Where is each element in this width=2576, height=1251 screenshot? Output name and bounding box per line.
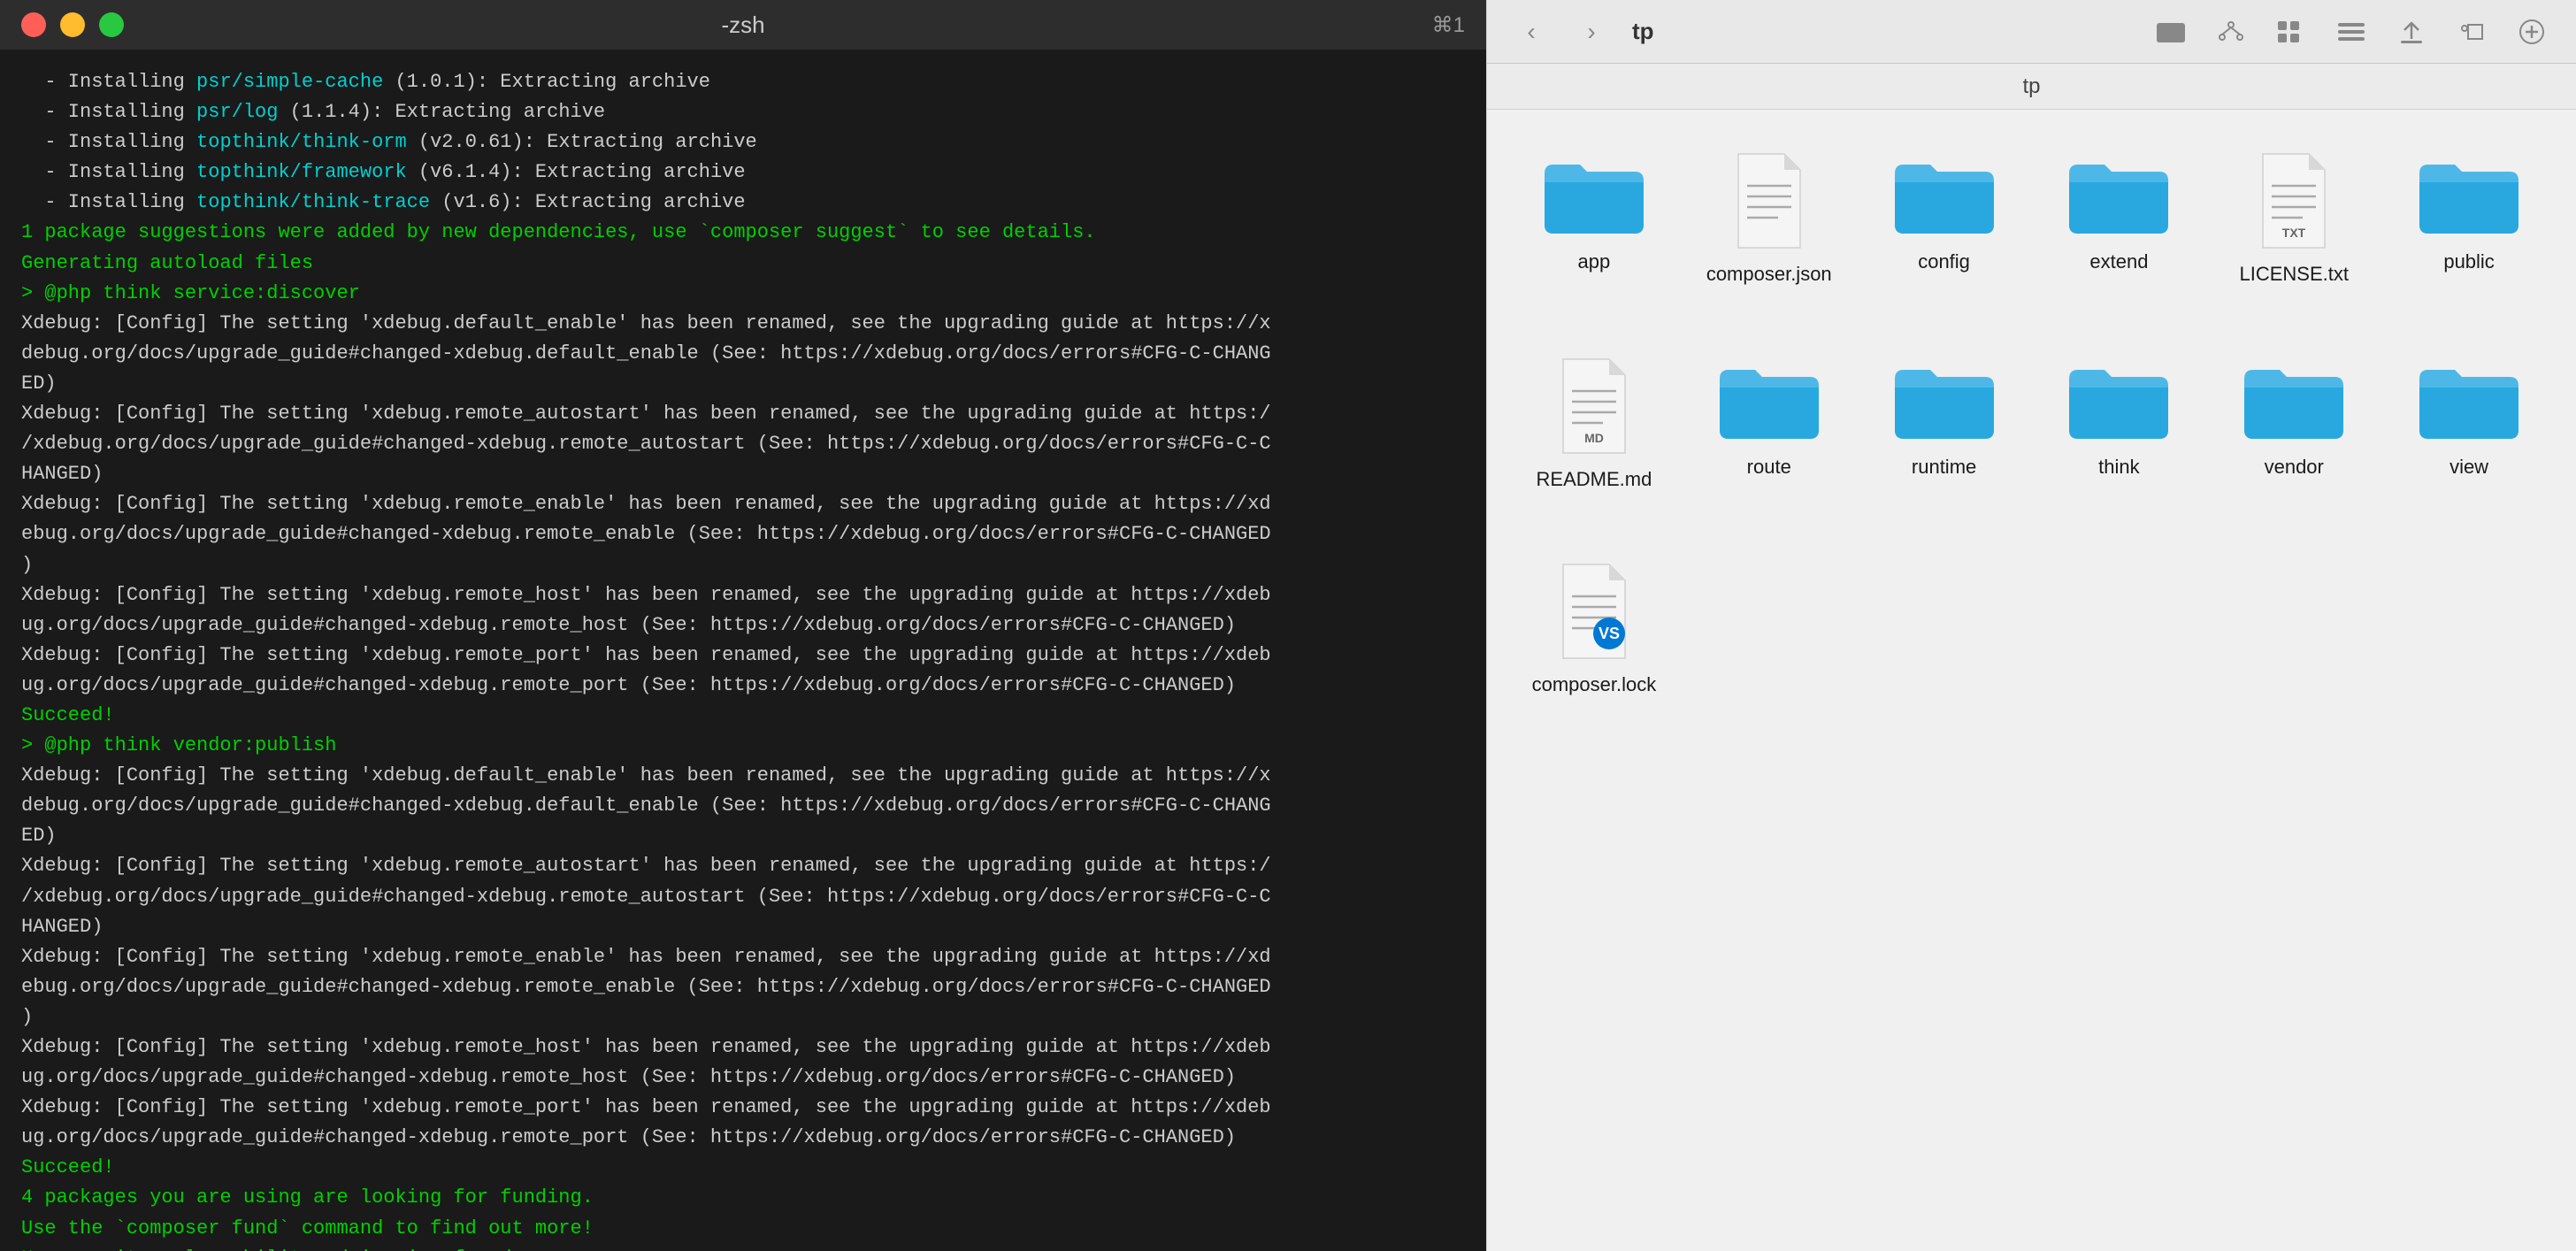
file-item-readme[interactable]: MD README.md	[1512, 343, 1676, 538]
terminal-tab: ⌘1	[1432, 12, 1465, 38]
traffic-lights	[21, 12, 124, 37]
file-item-runtime[interactable]: runtime	[1862, 343, 2027, 538]
terminal-body[interactable]: - Installing psr/simple-cache (1.0.1): E…	[0, 50, 1486, 1251]
finder-path-bar: tp	[1487, 64, 2576, 110]
file-label-route: route	[1747, 455, 1791, 480]
share-icon[interactable]	[2212, 12, 2250, 51]
file-label-composer-json: composer.json	[1706, 262, 1832, 288]
file-item-public[interactable]: public	[2387, 138, 2551, 333]
doc-icon-composer-json	[1729, 152, 1809, 249]
finder-toolbar: ‹ › tp	[1487, 0, 2576, 64]
svg-text:MD: MD	[1584, 431, 1604, 445]
folder-icon[interactable]	[2151, 12, 2190, 51]
file-item-think[interactable]: think	[2036, 343, 2201, 538]
folder-icon-vendor	[2241, 357, 2347, 442]
path-label: tp	[1632, 18, 1654, 45]
file-label-extend: extend	[2089, 249, 2148, 275]
file-item-extend[interactable]: extend	[2036, 138, 2201, 333]
view-options-icon[interactable]	[2272, 12, 2311, 51]
file-label-app: app	[1578, 249, 1611, 275]
folder-icon-think	[2066, 357, 2172, 442]
add-icon[interactable]	[2512, 12, 2551, 51]
close-button[interactable]	[21, 12, 46, 37]
lock-icon-composer-lock: VS	[1554, 563, 1634, 660]
folder-icon-config	[1891, 152, 1997, 237]
file-label-license: LICENSE.txt	[2240, 262, 2349, 288]
file-item-view[interactable]: view	[2387, 343, 2551, 538]
file-item-vendor[interactable]: vendor	[2212, 343, 2376, 538]
back-button[interactable]: ‹	[1512, 12, 1551, 51]
upload-icon[interactable]	[2392, 12, 2431, 51]
folder-icon-route	[1716, 357, 1822, 442]
md-icon-readme: MD	[1554, 357, 1634, 455]
svg-text:VS: VS	[1598, 625, 1620, 642]
finder-path-text: tp	[2022, 74, 2040, 99]
forward-button[interactable]: ›	[1572, 12, 1611, 51]
file-label-view: view	[2450, 455, 2488, 480]
file-label-runtime: runtime	[1912, 455, 1976, 480]
file-label-public: public	[2443, 249, 2494, 275]
file-item-license[interactable]: TXT LICENSE.txt	[2212, 138, 2376, 333]
terminal-title: -zsh	[721, 12, 764, 39]
file-item-composer-json[interactable]: composer.json	[1687, 138, 1852, 333]
file-label-composer-lock: composer.lock	[1532, 672, 1657, 698]
file-item-app[interactable]: app	[1512, 138, 1676, 333]
folder-icon-public	[2416, 152, 2522, 237]
txt-icon-license: TXT	[2254, 152, 2334, 249]
grid-view-icon[interactable]	[2332, 12, 2371, 51]
file-label-readme: README.md	[1537, 467, 1652, 493]
terminal-titlebar: -zsh ⌘1	[0, 0, 1486, 50]
file-label-think: think	[2098, 455, 2139, 480]
file-label-config: config	[1918, 249, 1970, 275]
file-item-config[interactable]: config	[1862, 138, 2027, 333]
file-item-composer-lock[interactable]: VS composer.lock	[1512, 549, 1676, 743]
minimize-button[interactable]	[60, 12, 85, 37]
folder-icon-extend	[2066, 152, 2172, 237]
finder-panel: ‹ › tp tp	[1486, 0, 2576, 1251]
svg-text:TXT: TXT	[2282, 226, 2306, 240]
tags-icon[interactable]	[2452, 12, 2491, 51]
folder-icon-view	[2416, 357, 2522, 442]
file-label-vendor: vendor	[2265, 455, 2324, 480]
folder-icon-app	[1541, 152, 1647, 237]
maximize-button[interactable]	[99, 12, 124, 37]
file-item-route[interactable]: route	[1687, 343, 1852, 538]
folder-icon-runtime	[1891, 357, 1997, 442]
finder-content: app composer.json	[1487, 110, 2576, 1251]
terminal-panel: -zsh ⌘1 - Installing psr/simple-cache (1…	[0, 0, 1486, 1251]
